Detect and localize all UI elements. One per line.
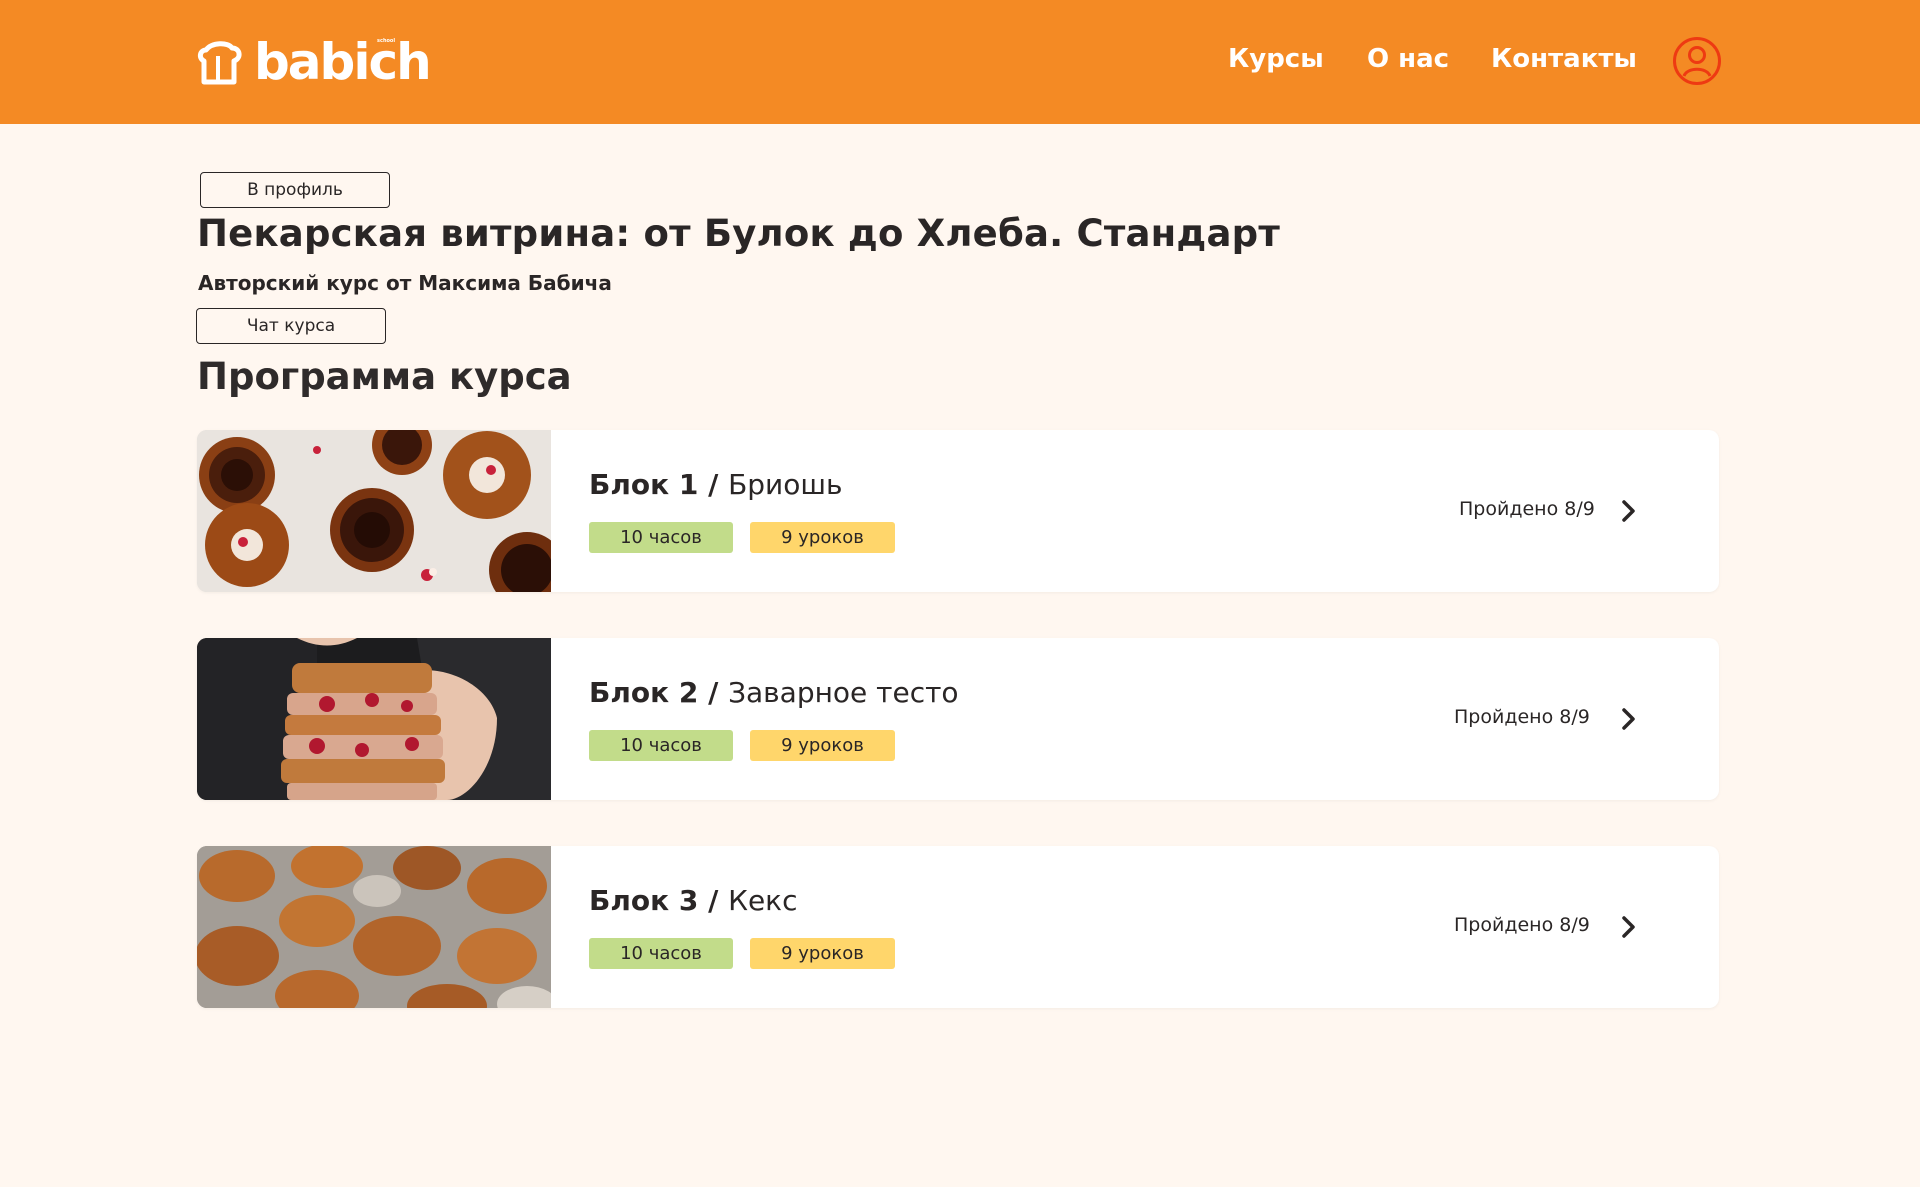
nav-contacts[interactable]: Контакты [1491,44,1637,74]
block-name: Бриошь [728,468,843,501]
course-block-card[interactable]: Блок 3 / Кекс 10 часов 9 уроков Пройдено… [197,846,1719,1008]
eclair-photo [197,638,551,800]
block-name: Заварное тесто [728,676,959,709]
hours-badge: 10 часов [589,938,733,969]
nav-about[interactable]: О нас [1367,44,1449,74]
chevron-right-icon[interactable] [1619,914,1639,940]
program-title: Программа курса [197,355,572,398]
block-heading: Блок 2 / Заварное тесто [589,676,959,709]
back-to-profile-button[interactable]: В профиль [200,172,390,208]
block-heading: Блок 3 / Кекс [589,884,797,917]
lessons-badge: 9 уроков [750,522,895,553]
chevron-right-icon[interactable] [1619,498,1639,524]
lessons-badge: 9 уроков [750,938,895,969]
course-block-card[interactable]: Блок 1 / Бриошь 10 часов 9 уроков Пройде… [197,430,1719,592]
course-chat-button[interactable]: Чат курса [196,308,386,344]
block-name: Кекс [728,884,798,917]
bread-logo-icon [197,41,242,85]
user-circle-icon[interactable] [1672,36,1722,86]
progress-text: Пройдено 8/9 [1454,706,1590,728]
site-header: babich school Курсы О нас Контакты [0,0,1920,124]
block-separator: / [698,884,729,917]
logo-text: babich [254,33,432,91]
block-heading: Блок 1 / Бриошь [589,468,843,501]
block-number: Блок 2 [589,676,699,709]
madeleine-photo [197,846,551,1008]
block-number: Блок 3 [589,884,699,917]
logo[interactable]: babich school [196,33,432,91]
block-separator: / [698,676,729,709]
logo-superscript: school [377,38,396,44]
progress-text: Пройдено 8/9 [1459,498,1595,520]
lessons-badge: 9 уроков [750,730,895,761]
chevron-right-icon[interactable] [1619,706,1639,732]
hours-badge: 10 часов [589,522,733,553]
course-author: Авторский курс от Максима Бабича [198,271,612,295]
progress-text: Пройдено 8/9 [1454,914,1590,936]
brioche-photo [197,430,551,592]
block-number: Блок 1 [589,468,699,501]
course-title: Пекарская витрина: от Булок до Хлеба. Ст… [197,212,1281,255]
hours-badge: 10 часов [589,730,733,761]
nav-courses[interactable]: Курсы [1228,44,1324,74]
course-block-card[interactable]: Блок 2 / Заварное тесто 10 часов 9 уроко… [197,638,1719,800]
block-separator: / [698,468,729,501]
